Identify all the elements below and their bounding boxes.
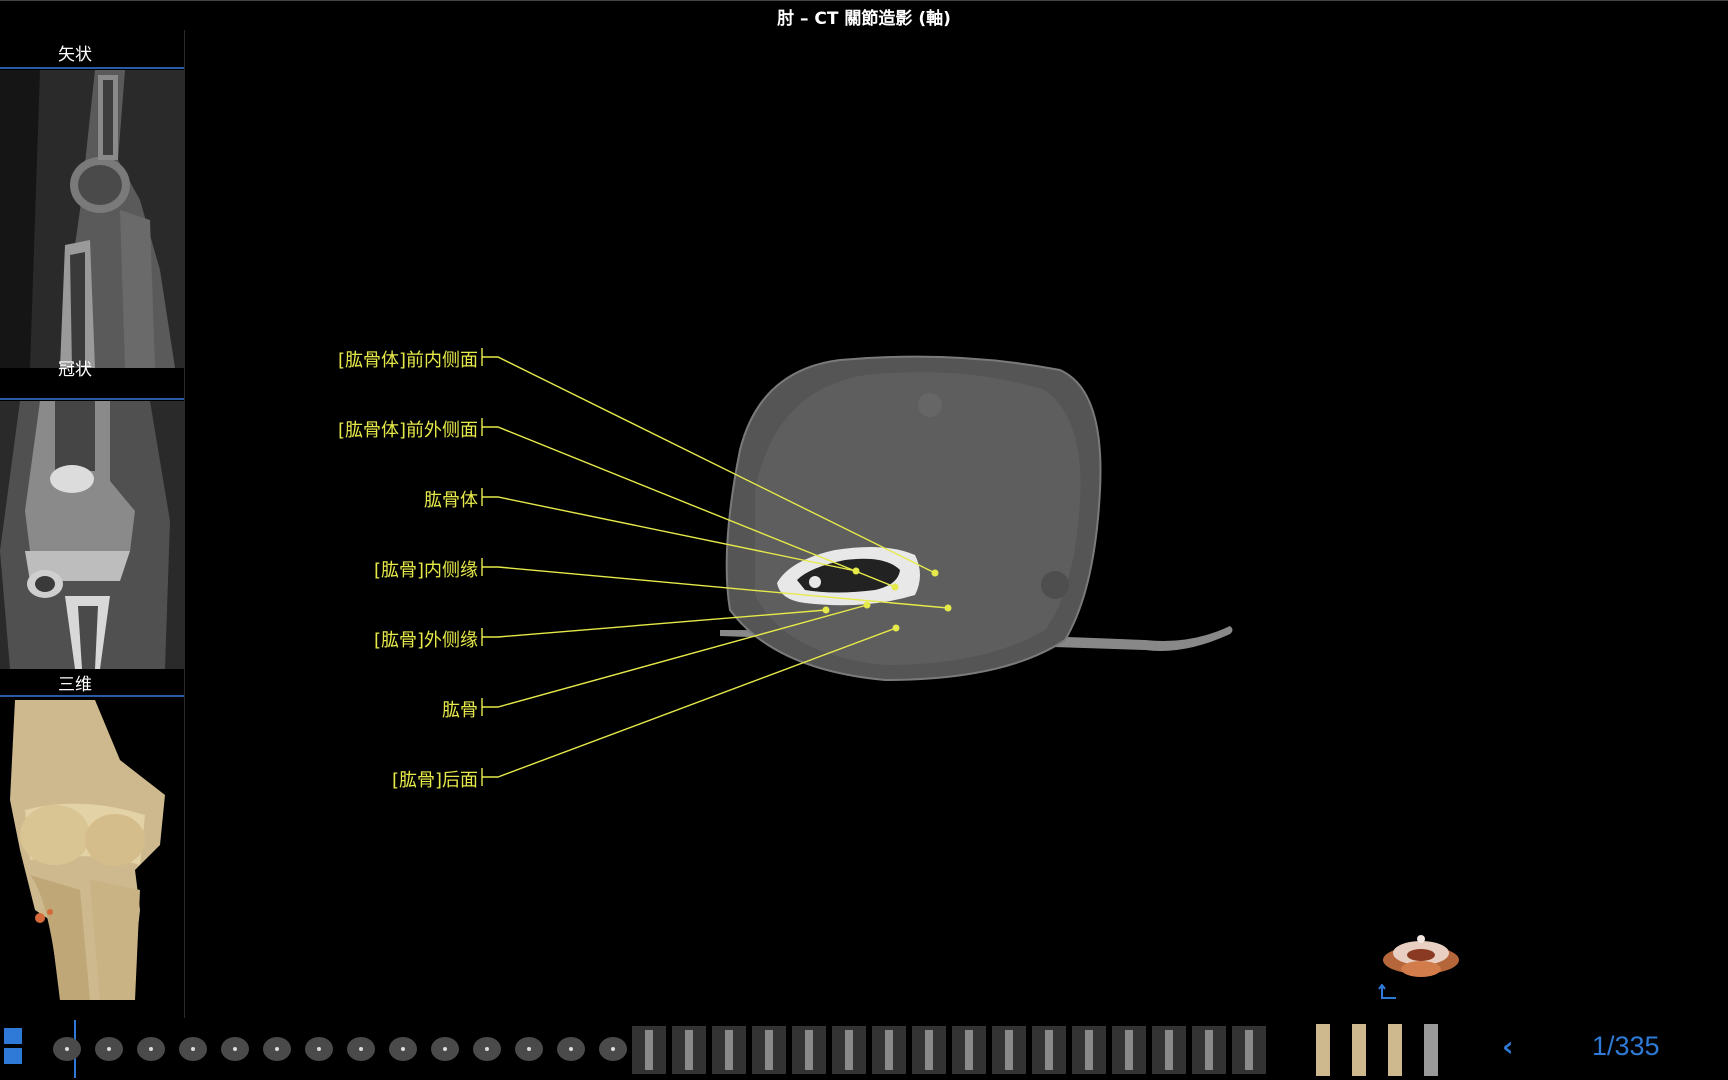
annotation-label[interactable]: [肱骨体]前内侧面 bbox=[338, 346, 478, 372]
annotation-label[interactable]: [肱骨]外侧缘 bbox=[374, 626, 478, 652]
chevron-left-icon[interactable]: ‹ bbox=[1502, 1030, 1514, 1063]
annotation-label[interactable]: 肱骨体 bbox=[424, 486, 478, 512]
annotation-label[interactable]: [肱骨]内侧缘 bbox=[374, 556, 478, 582]
page-indicator: 1/335 bbox=[1592, 1031, 1660, 1061]
grid-view-icon[interactable] bbox=[2, 1026, 24, 1066]
annotation-label[interactable]: [肱骨]后面 bbox=[392, 766, 478, 792]
axis-orientation-icon[interactable] bbox=[1378, 984, 1400, 1002]
slice-thumbnail-strip[interactable] bbox=[52, 1018, 1472, 1080]
annotation-label[interactable]: 肱骨 bbox=[442, 696, 478, 722]
orientation-model-icon[interactable] bbox=[1378, 925, 1464, 985]
annotation-overlay bbox=[481, 348, 952, 786]
annotation-label[interactable]: [肱骨体]前外侧面 bbox=[338, 416, 478, 442]
